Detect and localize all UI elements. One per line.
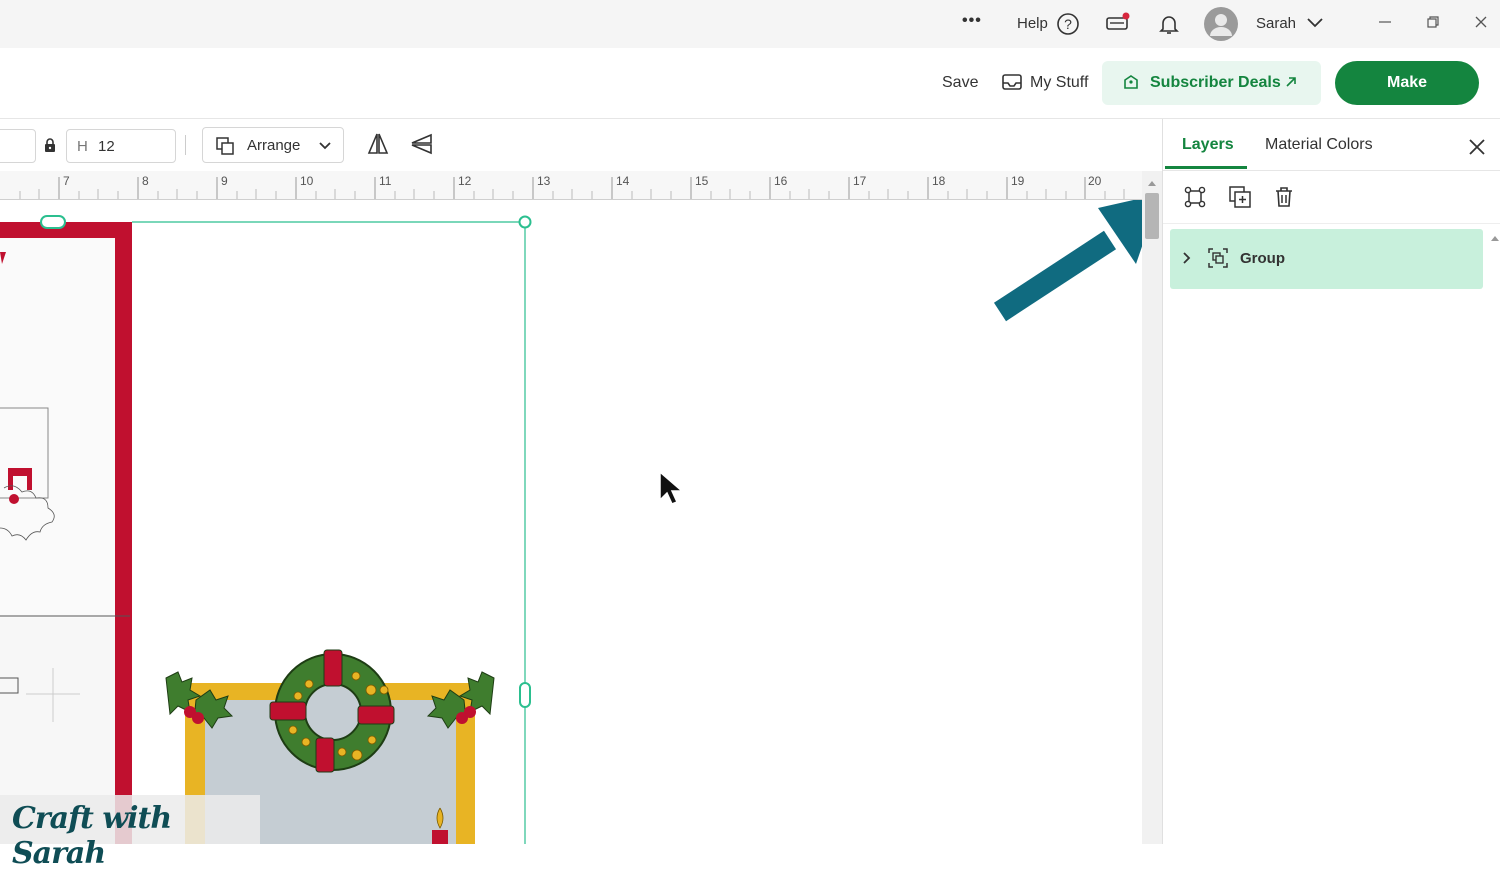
external-link-icon — [1284, 75, 1298, 94]
subscriber-deals-label: Subscriber Deals — [1150, 74, 1281, 91]
watermark-logo: Craft with Sarah — [12, 801, 172, 871]
edit-toolbar: H 12 Arrange — [0, 119, 1162, 171]
layer-label: Group — [1240, 250, 1285, 267]
arrange-label: Arrange — [247, 137, 301, 154]
group-layer-icon — [1207, 247, 1229, 274]
my-stuff-button[interactable]: My Stuff — [1030, 74, 1088, 92]
deals-tag-icon — [1122, 74, 1140, 97]
card-panel-upper — [0, 238, 115, 618]
panel-scroll-up-icon[interactable] — [1490, 229, 1500, 241]
tab-material-colors[interactable]: Material Colors — [1265, 136, 1373, 154]
horizontal-ruler: 7 8 9 10 11 12 13 14 15 16 17 18 19 20 — [0, 171, 1142, 200]
make-button[interactable]: Make — [1335, 61, 1479, 105]
height-prefix: H — [77, 138, 88, 155]
tab-layers[interactable]: Layers — [1182, 136, 1234, 154]
more-options-button[interactable]: ••• — [962, 12, 982, 30]
inbox-icon[interactable] — [1001, 72, 1023, 97]
flip-horizontal-icon[interactable] — [366, 131, 390, 162]
panel-divider — [1163, 223, 1500, 224]
subscriber-deals-button[interactable]: Subscriber Deals — [1102, 61, 1321, 105]
lock-icon[interactable] — [43, 137, 57, 158]
canvas-artwork — [0, 215, 532, 844]
minimize-window-icon[interactable] — [1377, 14, 1393, 35]
layers-panel: Layers Material Colors Group — [1162, 119, 1500, 844]
help-link[interactable]: Help — [1017, 15, 1048, 32]
arrange-dropdown[interactable]: Arrange — [202, 127, 344, 163]
close-panel-icon[interactable] — [1468, 138, 1486, 161]
selection-handle — [518, 215, 532, 229]
selection-handle — [40, 215, 66, 229]
user-name[interactable]: Sarah — [1256, 15, 1296, 32]
delete-trash-icon[interactable] — [1272, 185, 1296, 214]
height-field[interactable]: H 12 — [66, 129, 176, 163]
chevron-down-icon[interactable] — [1306, 16, 1324, 35]
width-field[interactable] — [0, 129, 36, 163]
close-window-icon[interactable] — [1473, 14, 1489, 35]
help-icon[interactable]: ? — [1056, 12, 1080, 41]
arrange-icon — [215, 136, 235, 161]
mouse-cursor-icon — [659, 470, 685, 505]
watermark-backdrop: Craft with Sarah — [0, 795, 260, 871]
restore-window-icon[interactable] — [1425, 14, 1441, 35]
chevron-right-icon[interactable] — [1182, 251, 1192, 270]
canvas-vertical-scrollbar[interactable] — [1142, 171, 1162, 844]
scroll-up-arrow-icon[interactable] — [1147, 179, 1157, 187]
selection-handle — [519, 682, 531, 708]
panel-divider — [1163, 170, 1500, 171]
chevron-down-icon — [318, 139, 332, 157]
height-value[interactable]: 12 — [98, 138, 115, 155]
group-icon[interactable] — [1183, 185, 1207, 214]
flip-vertical-icon[interactable] — [409, 132, 435, 161]
user-avatar[interactable] — [1203, 6, 1239, 47]
machine-icon[interactable] — [1105, 12, 1133, 41]
toolbar-divider — [185, 135, 186, 155]
save-button[interactable]: Save — [942, 74, 978, 92]
design-canvas[interactable]: Craft with Sarah — [0, 200, 1158, 871]
layer-row-group[interactable]: Group — [1170, 229, 1483, 289]
active-tab-indicator — [1165, 166, 1247, 169]
annotation-arrow-icon — [993, 200, 1158, 322]
scrollbar-thumb[interactable] — [1145, 193, 1159, 239]
title-bar: ••• Help ? Sarah — [0, 0, 1500, 48]
project-header: Save My Stuff Subscriber Deals Make — [0, 48, 1500, 119]
duplicate-icon[interactable] — [1228, 185, 1252, 214]
notifications-bell-icon[interactable] — [1157, 12, 1181, 41]
svg-text:?: ? — [1064, 16, 1072, 32]
ruler-ticks — [19, 177, 1125, 199]
